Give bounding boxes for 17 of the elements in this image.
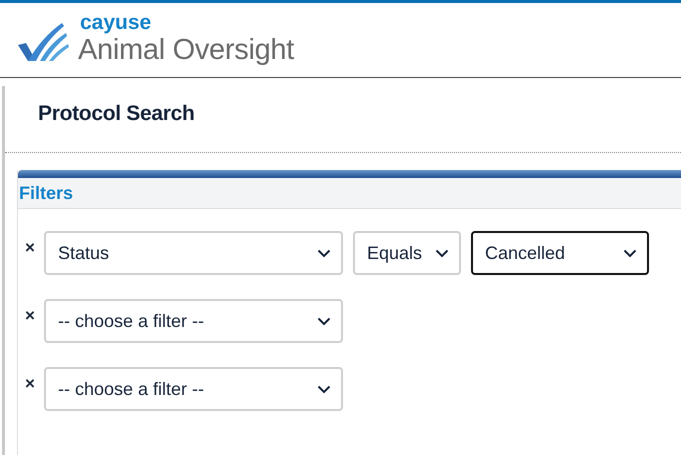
filter-dropdown[interactable]: Equals: [353, 231, 461, 275]
filter-dropdown[interactable]: Status: [44, 231, 343, 275]
chevron-icon: [623, 248, 637, 258]
remove-button[interactable]: ×: [25, 374, 38, 394]
chevron-icon: [317, 248, 331, 258]
company-name: cayuse: [80, 13, 152, 33]
filter-dropdown[interactable]: Cancelled: [471, 231, 649, 275]
chevron-icon: [435, 248, 449, 258]
page-title: Protocol Search: [38, 102, 195, 125]
filter-dropdown[interactable]: -- choose a filter --: [44, 299, 343, 343]
product-name: Animal Oversight: [78, 34, 294, 67]
chevron-icon: [317, 384, 331, 394]
filter-dropdown[interactable]: -- choose a filter --: [44, 367, 343, 411]
panel-title: Filters: [19, 183, 74, 203]
chevron-icon: [317, 316, 331, 326]
remove-button[interactable]: ×: [25, 238, 38, 258]
remove-button[interactable]: ×: [25, 306, 38, 326]
